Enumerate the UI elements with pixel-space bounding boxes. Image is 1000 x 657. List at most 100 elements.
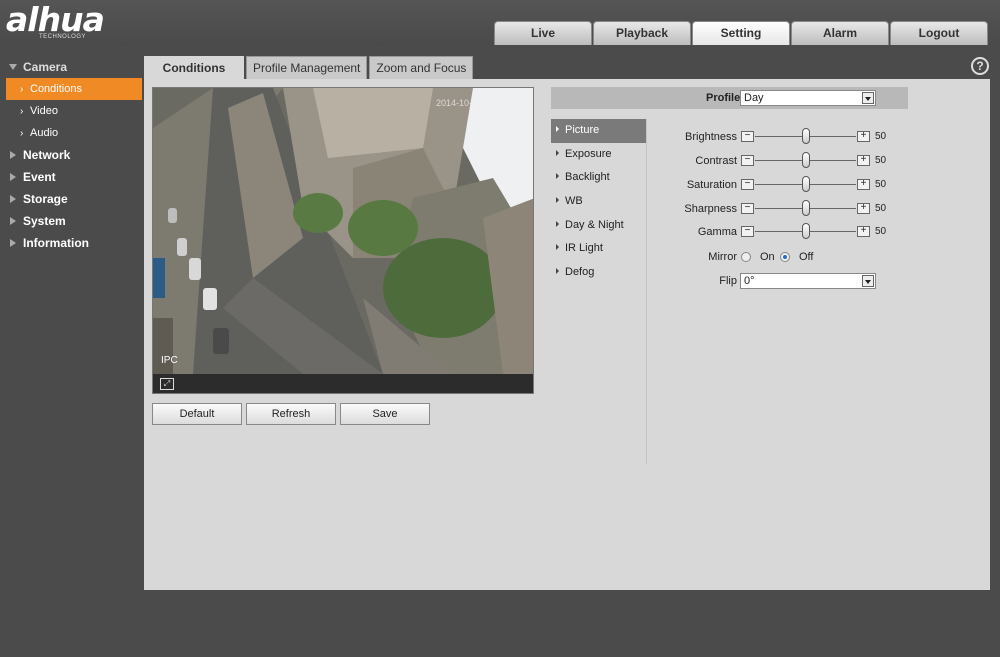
video-toolbar <box>153 374 533 393</box>
submenu-item-label: Backlight <box>565 171 610 184</box>
slider-value: 50 <box>875 179 887 190</box>
sidebar-category-network[interactable]: Network <box>0 144 143 166</box>
submenu-item-wb[interactable]: WB <box>551 190 646 214</box>
header: alhua TECHNOLOGY Live Playback Setting A… <box>0 0 1000 45</box>
tab-profile-management[interactable]: Profile Management <box>246 56 368 79</box>
logo-text: alhua <box>6 0 105 39</box>
submenu-item-label: WB <box>565 195 583 208</box>
submenu-item-backlight[interactable]: Backlight <box>551 166 646 190</box>
sidebar-category-information[interactable]: Information <box>0 232 143 254</box>
video-preview[interactable]: 2014-10-11 11:02:37 IPC ⤢ <box>152 87 534 394</box>
contrast-slider-row: Contrast − + 50 <box>650 152 910 170</box>
sidebar-category-storage[interactable]: Storage <box>0 188 143 210</box>
sidebar-item-conditions[interactable]: › Conditions <box>6 78 142 100</box>
decrement-button[interactable]: − <box>741 131 754 142</box>
decrement-button[interactable]: − <box>741 203 754 214</box>
slider-value: 50 <box>875 155 887 166</box>
default-button[interactable]: Default <box>152 403 242 425</box>
slider-label: Contrast <box>695 155 737 167</box>
sidebar-item-video[interactable]: › Video <box>0 100 143 122</box>
chevron-right-icon: › <box>20 106 24 117</box>
sidebar-item-label: Conditions <box>30 83 82 95</box>
submenu-item-defog[interactable]: Defog <box>551 261 646 285</box>
increment-button[interactable]: + <box>857 131 870 142</box>
increment-button[interactable]: + <box>857 226 870 237</box>
nav-setting-button[interactable]: Setting <box>692 21 790 45</box>
flip-select[interactable]: 0° <box>740 273 876 289</box>
increment-button[interactable]: + <box>857 203 870 214</box>
sidebar-category-camera[interactable]: Camera <box>0 56 143 78</box>
fullscreen-icon[interactable]: ⤢ <box>160 378 174 390</box>
nav-live-button[interactable]: Live <box>494 21 592 45</box>
decrement-button[interactable]: − <box>741 226 754 237</box>
slider-label: Gamma <box>697 226 737 238</box>
flip-select-value: 0° <box>744 275 755 287</box>
mirror-off-radio[interactable] <box>780 252 790 262</box>
sharpness-slider-row: Sharpness − + 50 <box>650 200 910 218</box>
slider-value: 50 <box>875 131 887 142</box>
collapsed-triangle-icon <box>10 239 16 247</box>
slider-handle[interactable] <box>801 223 810 239</box>
gamma-slider-row: Gamma − + 50 <box>650 223 910 241</box>
brightness-slider-row: Brightness − + 50 <box>650 128 910 146</box>
nav-playback-button[interactable]: Playback <box>593 21 691 45</box>
video-frame-image <box>153 88 533 374</box>
submenu-item-label: Day & Night <box>565 218 624 231</box>
increment-button[interactable]: + <box>857 155 870 166</box>
slider-handle[interactable] <box>801 128 810 144</box>
submenu-item-exposure[interactable]: Exposure <box>551 143 646 167</box>
sidebar-item-label: Audio <box>30 127 59 139</box>
save-button[interactable]: Save <box>340 403 430 425</box>
menu-triangle-icon <box>556 220 559 227</box>
help-icon[interactable]: ? <box>971 57 989 75</box>
sidebar-item-audio[interactable]: › Audio <box>0 122 143 144</box>
chevron-right-icon: › <box>20 84 24 95</box>
slider-label: Saturation <box>686 179 737 191</box>
osd-label: IPC <box>161 355 178 366</box>
mirror-row: Mirror On Off <box>650 248 910 266</box>
submenu-item-ir-light[interactable]: IR Light <box>551 237 646 261</box>
decrement-button[interactable]: − <box>741 179 754 190</box>
profile-label: Profile <box>706 92 741 104</box>
mirror-on-label: On <box>760 251 775 263</box>
sidebar-category-event[interactable]: Event <box>0 166 143 188</box>
expanded-triangle-icon <box>9 64 17 70</box>
slider-handle[interactable] <box>801 200 810 216</box>
refresh-button[interactable]: Refresh <box>246 403 336 425</box>
menu-triangle-icon <box>556 268 559 275</box>
osd-timestamp: 2014-10-11 11:02:37 <box>436 98 519 108</box>
nav-alarm-button[interactable]: Alarm <box>791 21 889 45</box>
slider-handle[interactable] <box>801 176 810 192</box>
saturation-slider-row: Saturation − + 50 <box>650 176 910 194</box>
menu-triangle-icon <box>556 126 559 132</box>
submenu-item-label: Exposure <box>565 147 612 160</box>
profile-select[interactable]: Day <box>740 90 876 106</box>
tab-conditions[interactable]: Conditions <box>144 56 244 79</box>
submenu-item-picture[interactable]: Picture <box>551 119 646 143</box>
slider-value: 50 <box>875 203 887 214</box>
picture-submenu: Picture Exposure Backlight WB Day & Nigh… <box>551 119 646 285</box>
tab-zoom-and-focus[interactable]: Zoom and Focus <box>369 56 474 79</box>
nav-logout-button[interactable]: Logout <box>890 21 988 45</box>
logo: alhua TECHNOLOGY <box>6 0 105 41</box>
sidebar: Camera › Conditions › Video › Audio Network… <box>0 56 143 254</box>
collapsed-triangle-icon <box>10 151 16 159</box>
mirror-on-radio[interactable] <box>741 252 751 262</box>
sidebar-category-label: Storage <box>23 192 68 206</box>
menu-triangle-icon <box>556 173 559 180</box>
collapsed-triangle-icon <box>10 173 16 181</box>
sidebar-category-label: Camera <box>23 60 68 74</box>
decrement-button[interactable]: − <box>741 155 754 166</box>
submenu-item-day-night[interactable]: Day & Night <box>551 214 646 238</box>
slider-handle[interactable] <box>801 152 810 168</box>
tab-bar: Conditions Profile Management Zoom and F… <box>144 56 474 79</box>
collapsed-triangle-icon <box>10 195 16 203</box>
mirror-off-label: Off <box>799 251 814 263</box>
sidebar-category-system[interactable]: System <box>0 210 143 232</box>
chevron-right-icon: › <box>20 128 24 139</box>
menu-triangle-icon <box>556 244 559 251</box>
increment-button[interactable]: + <box>857 179 870 190</box>
vertical-divider <box>646 119 647 464</box>
submenu-item-label: Picture <box>565 124 600 136</box>
collapsed-triangle-icon <box>10 217 16 225</box>
